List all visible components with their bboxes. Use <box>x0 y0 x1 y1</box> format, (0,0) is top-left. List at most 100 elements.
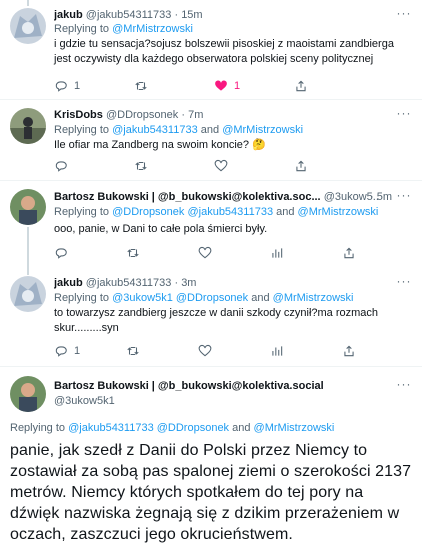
share-button[interactable] <box>342 245 356 261</box>
more-icon[interactable]: ··· <box>396 378 412 393</box>
tweet-4[interactable]: jakub @jakub54311733 · 3m ··· Replying t… <box>0 271 422 367</box>
reply-mention[interactable]: @MrMistrzowski <box>298 206 379 218</box>
analytics-button[interactable] <box>270 343 284 359</box>
separator: · <box>174 9 179 21</box>
thread-line <box>27 227 29 271</box>
share-button[interactable] <box>342 343 356 359</box>
replying-to-label: Replying to <box>54 124 110 136</box>
like-button[interactable] <box>214 158 228 174</box>
more-icon[interactable]: ··· <box>396 107 412 122</box>
tweet-2[interactable]: KrisDobs @DDropsonek · 7m ··· Replying t… <box>0 100 422 180</box>
reply-mention[interactable]: @MrMistrzowski <box>254 422 335 434</box>
more-icon[interactable]: ··· <box>396 189 412 204</box>
author-name[interactable]: jakub <box>54 277 83 289</box>
avatar[interactable] <box>10 8 46 44</box>
reply-icon <box>55 81 67 92</box>
replying-to-label: Replying to <box>54 206 110 218</box>
avatar[interactable] <box>10 376 46 412</box>
author-handle[interactable]: @3ukow5k1 <box>54 394 324 408</box>
reply-mention[interactable]: @MrMistrzowski <box>112 23 193 35</box>
retweet-button[interactable] <box>126 343 140 359</box>
analytics-icon <box>272 248 283 258</box>
reply-button[interactable]: 1 <box>54 78 80 94</box>
retweet-button[interactable] <box>134 158 148 174</box>
avatar[interactable] <box>10 189 46 225</box>
replying-to: Replying to @3ukow5k1 @DDropsonek and @M… <box>54 291 412 305</box>
tweet-1[interactable]: jakub @jakub54311733 · 15m ··· Replying … <box>0 0 422 100</box>
like-button[interactable]: 1 <box>214 78 240 94</box>
replying-to-label: Replying to <box>54 292 110 304</box>
replying-to: Replying to @jakub54311733 @DDropsonek a… <box>10 421 412 435</box>
replying-to-label: Replying to <box>54 23 110 35</box>
author-name[interactable]: Bartosz Bukowski | @b_bukowski@kolektiva… <box>54 191 321 203</box>
more-icon[interactable]: ··· <box>396 7 412 22</box>
reply-mention[interactable]: @3ukow5k1 @DDropsonek <box>112 292 248 304</box>
like-icon <box>198 344 212 357</box>
retweet-icon <box>127 248 139 258</box>
reply-button[interactable] <box>54 158 68 174</box>
and-text: and <box>276 206 295 218</box>
reply-mention[interactable]: @jakub54311733 @DDropsonek <box>68 422 229 434</box>
and-text: and <box>251 292 270 304</box>
reply-button[interactable]: 1 <box>54 343 80 359</box>
reply-button[interactable] <box>54 245 68 261</box>
author-name[interactable]: KrisDobs <box>54 109 103 121</box>
like-count: 1 <box>234 80 241 92</box>
avatar[interactable] <box>10 276 46 312</box>
author-block: Bartosz Bukowski | @b_bukowski@kolektiva… <box>54 379 324 408</box>
avatar[interactable] <box>10 108 46 144</box>
reply-icon <box>55 346 67 357</box>
author-handle[interactable]: @jakub54311733 <box>86 9 172 21</box>
separator: · <box>369 191 374 203</box>
author-name[interactable]: jakub <box>54 9 83 21</box>
more-icon[interactable]: ··· <box>396 275 412 290</box>
tweet-3[interactable]: Bartosz Bukowski | @b_bukowski@kolektiva… <box>0 181 422 271</box>
reply-mention[interactable]: @jakub54311733 <box>112 124 198 136</box>
analytics-icon <box>272 346 283 356</box>
tweet-text: ooo, panie, w Dani to całe pola śmierci … <box>54 223 268 235</box>
author-name[interactable]: Bartosz Bukowski | @b_bukowski@kolektiva… <box>54 379 324 393</box>
reply-count: 1 <box>74 345 81 357</box>
reply-mention[interactable]: @MrMistrzowski <box>273 292 354 304</box>
replying-to: Replying to @DDropsonek @jakub54311733 a… <box>54 205 412 219</box>
author-handle[interactable]: @DDropsonek <box>106 109 178 121</box>
tweet-header: KrisDobs @DDropsonek · 7m <box>54 108 392 122</box>
retweet-button[interactable] <box>134 78 148 94</box>
timestamp[interactable]: 5m <box>377 191 392 203</box>
retweet-icon <box>135 81 147 91</box>
like-icon <box>215 80 227 91</box>
timestamp[interactable]: 3m <box>181 277 196 289</box>
like-icon <box>198 246 212 259</box>
analytics-button[interactable] <box>270 245 284 261</box>
separator: · <box>181 109 186 121</box>
timestamp[interactable]: 15m <box>181 9 202 21</box>
thread-line <box>27 271 29 275</box>
like-icon <box>214 159 228 172</box>
share-icon <box>296 160 306 172</box>
tweet-text: to towarzysz zandbierg jeszcze w danii s… <box>54 307 379 334</box>
tweet-text: Ile ofiar ma Zandberg na swoim koncie? 🤔 <box>54 139 266 151</box>
separator: · <box>174 277 179 289</box>
tweet-header: Bartosz Bukowski | @b_bukowski@kolektiva… <box>54 190 378 204</box>
main-tweet[interactable]: Bartosz Bukowski | @b_bukowski@kolektiva… <box>0 367 422 546</box>
share-button[interactable] <box>294 158 308 174</box>
tweet-header: jakub @jakub54311733 · 3m <box>54 276 392 290</box>
timestamp[interactable]: 7m <box>188 109 203 121</box>
tweet-text: i gdzie tu sensacja?sojusz bolszewii pis… <box>54 38 394 65</box>
share-icon <box>296 80 306 92</box>
replying-to: Replying to @jakub54311733 and @MrMistrz… <box>54 123 412 137</box>
replying-to-label: Replying to <box>10 422 66 434</box>
tweet-actions <box>54 158 364 174</box>
like-button[interactable] <box>198 343 212 359</box>
retweet-icon <box>135 161 147 171</box>
reply-mention[interactable]: @MrMistrzowski <box>222 124 303 136</box>
share-icon <box>344 247 354 259</box>
author-handle[interactable]: @jakub54311733 <box>86 277 172 289</box>
like-button[interactable] <box>198 245 212 261</box>
tweet-actions: 1 1 <box>54 78 364 94</box>
reply-mention[interactable]: @DDropsonek @jakub54311733 <box>112 206 273 218</box>
retweet-button[interactable] <box>126 245 140 261</box>
tweet-time: · 5m <box>370 190 392 204</box>
share-button[interactable] <box>294 78 308 94</box>
tweet-header: jakub @jakub54311733 · 15m <box>54 8 392 22</box>
